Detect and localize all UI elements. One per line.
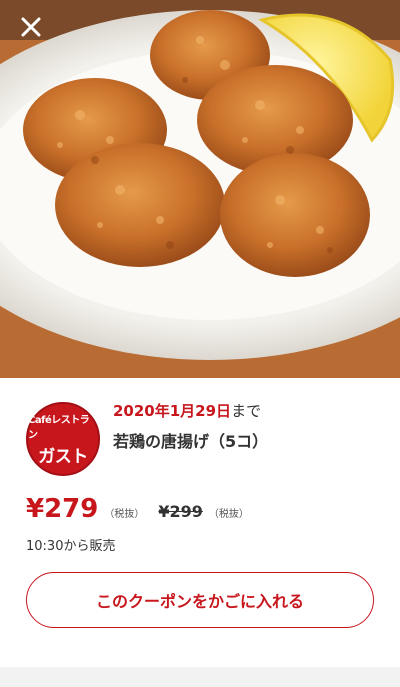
coupon-price: ¥279 <box>26 494 99 524</box>
hero-image <box>0 0 400 378</box>
expiry-suffix: まで <box>231 402 262 420</box>
expiry-date-value: 2020年1月29日 <box>113 402 232 420</box>
close-icon <box>21 17 41 37</box>
fried-chicken-photo <box>0 0 400 378</box>
sale-time: 10:30から販売 <box>26 539 116 554</box>
add-to-cart-button[interactable]: このクーポンをかごに入れる <box>26 572 374 628</box>
expiry-date: 2020年1月29日まで <box>113 400 261 421</box>
item-name: 若鶏の唐揚げ（5コ） <box>113 432 269 451</box>
original-price-tax: （税抜） <box>208 509 249 520</box>
logo-title: ガスト <box>38 447 88 467</box>
original-price: ¥299 <box>158 502 203 521</box>
price-row: ¥279 （税抜） ¥299 （税抜） <box>26 494 249 524</box>
gusto-logo: Caféレストラン ガスト <box>26 402 100 476</box>
logo-subtitle: Caféレストラン <box>28 415 90 441</box>
coupon-price-tax: （税抜） <box>104 509 145 520</box>
close-button[interactable] <box>16 12 46 42</box>
bottom-bar <box>0 667 400 687</box>
